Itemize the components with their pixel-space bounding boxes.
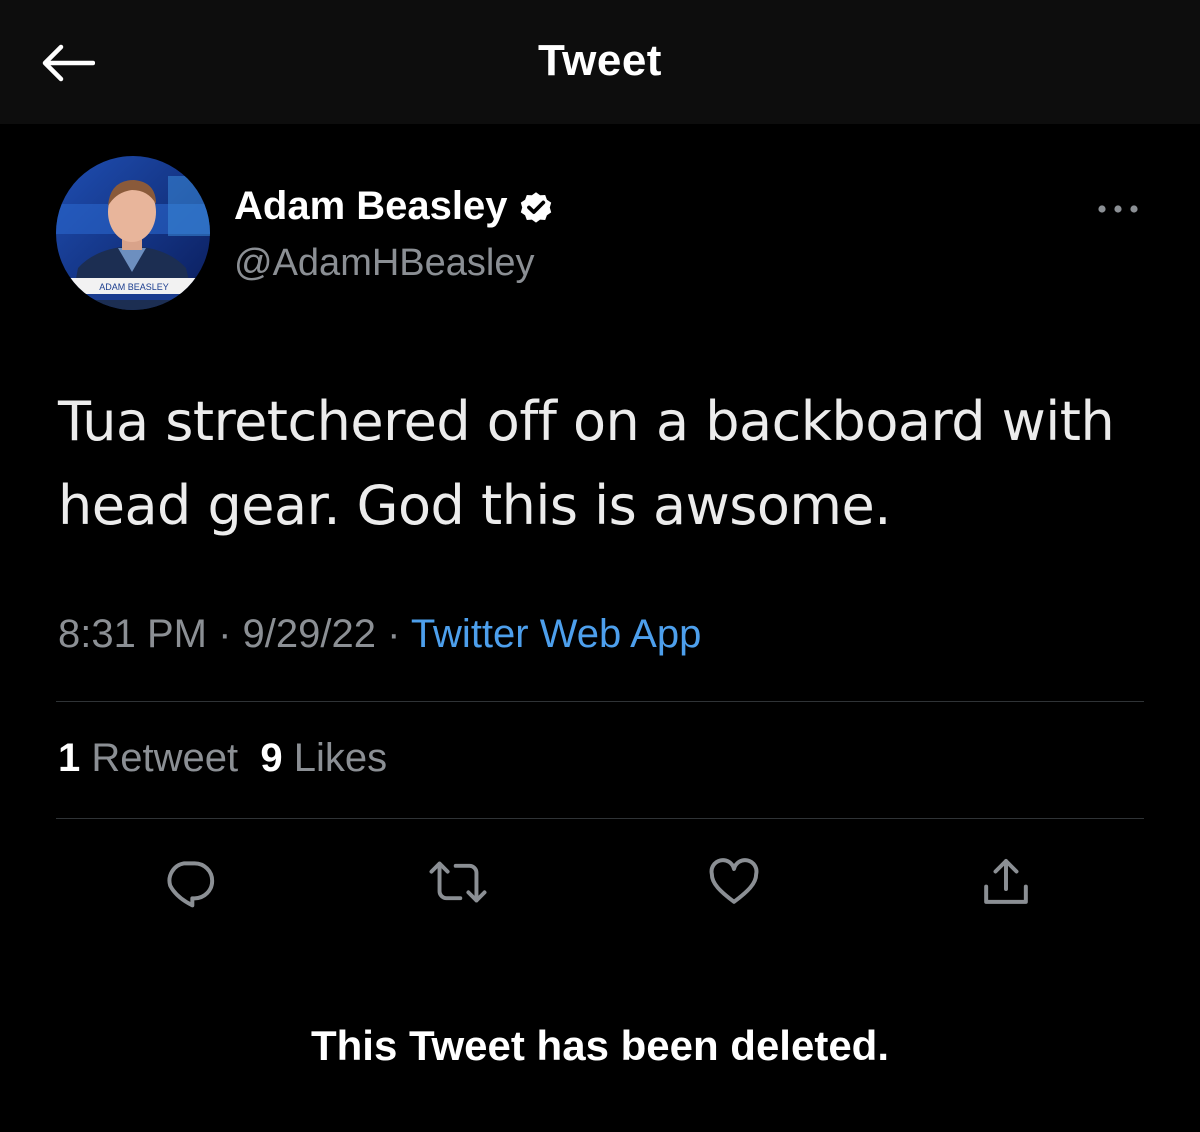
more-dots-icon [1098,205,1138,213]
reply-icon [167,861,215,908]
likes-count: 9 [260,736,283,780]
share-button[interactable] [976,852,1036,912]
retweet-button[interactable] [428,852,488,912]
likes-label: Likes [293,736,388,780]
author-handle[interactable]: @AdamHBeasley [234,242,534,285]
verified-badge-icon [521,191,552,223]
display-name-text: Adam Beasley [234,184,508,228]
author-name[interactable]: Adam Beasley [234,184,555,229]
meta-separator: · [375,612,411,656]
retweet-icon [429,861,487,903]
reply-button[interactable] [160,852,220,912]
divider [56,701,1144,702]
likes-stat[interactable]: 9 Likes [260,736,387,780]
tweet-stats: 1 Retweet 9 Likes [58,736,387,781]
tweet-source-link[interactable]: Twitter Web App [411,612,702,656]
tweet-detail-screen: Tweet ADAM BEASLEY Adam Beasley @AdamHBe… [0,0,1200,1132]
like-button[interactable] [704,852,764,912]
retweets-count: 1 [58,736,81,780]
tweet-meta: 8:31 PM · 9/29/22 · Twitter Web App [58,612,701,657]
divider [56,818,1144,819]
avatar[interactable]: ADAM BEASLEY [56,156,210,310]
meta-separator: · [206,612,243,656]
tweet-time: 8:31 PM [58,612,207,656]
avatar-caption: ADAM BEASLEY [99,282,169,292]
tweet-text: Tua stretchered off on a backboard with … [58,390,1115,537]
share-icon [984,859,1028,904]
retweets-label: Retweet [91,736,239,780]
deleted-notice: This Tweet has been deleted. [310,1022,890,1069]
tweet-date: 9/29/22 [242,612,376,656]
header-bar: Tweet [0,0,1200,124]
heart-icon [709,858,759,904]
page-title: Tweet [538,36,662,85]
more-options-button[interactable] [1094,196,1142,222]
retweets-stat[interactable]: 1 Retweet [58,736,238,780]
